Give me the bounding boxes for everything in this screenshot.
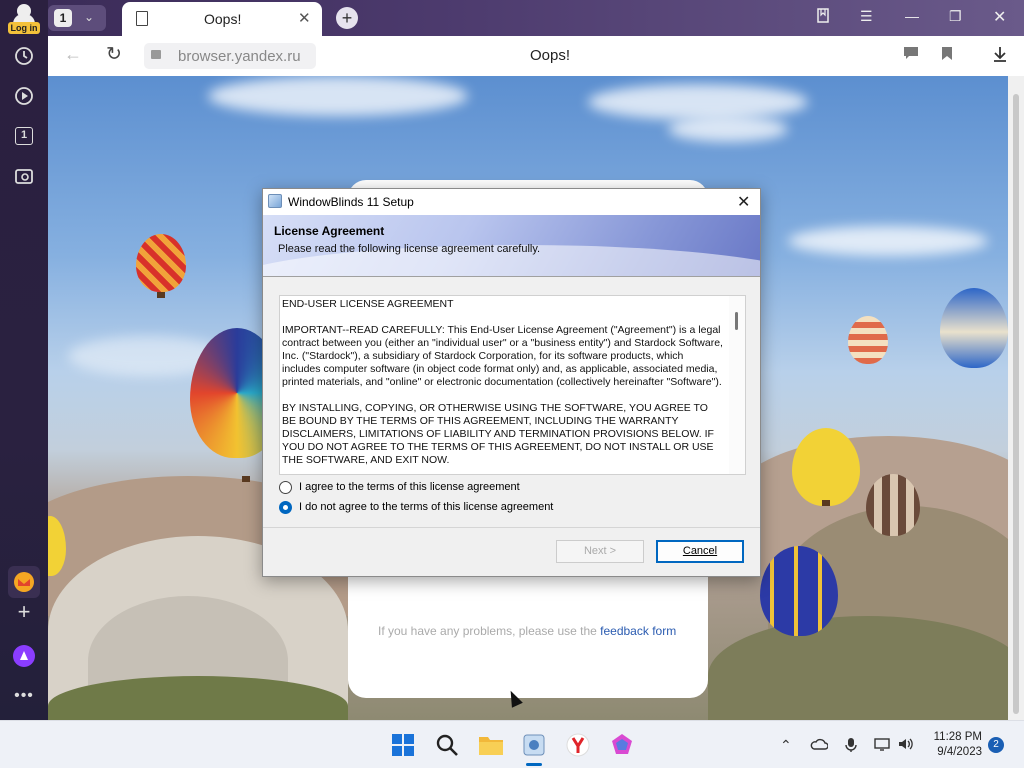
minimize-icon[interactable]: — [905, 8, 919, 24]
login-button[interactable]: Log in [6, 4, 42, 34]
mail-icon[interactable] [8, 566, 40, 598]
login-label: Log in [8, 22, 40, 34]
page-scrollbar[interactable] [1008, 76, 1024, 720]
active-app-indicator [526, 763, 542, 766]
tabs-count: 1 [54, 9, 72, 27]
screenshot-icon[interactable] [12, 164, 36, 188]
agree-label[interactable]: I agree to the terms of this license agr… [299, 481, 520, 493]
file-explorer-icon[interactable] [478, 733, 503, 757]
balloon [848, 316, 888, 364]
lock-icon [151, 50, 161, 59]
add-icon[interactable]: + [12, 599, 36, 624]
next-button[interactable]: Next > [556, 540, 644, 563]
tab-bar: 1 ⌄ Oops! ✕ + ☰ — ❐ ✕ [48, 0, 1024, 36]
dialog-titlebar[interactable]: WindowBlinds 11 Setup ✕ [263, 189, 760, 215]
comment-icon[interactable] [903, 46, 919, 64]
dialog-subheading: Please read the following license agreem… [278, 243, 541, 255]
more-icon[interactable]: ••• [12, 684, 36, 708]
reload-icon[interactable]: ↻ [106, 43, 122, 66]
clock-time: 11:28 PM [933, 731, 982, 743]
microphone-icon[interactable] [845, 737, 857, 756]
setup-dialog: WindowBlinds 11 Setup ✕ License Agreemen… [262, 188, 761, 577]
address-bar: ← ↻ browser.yandex.ru Oops! [48, 36, 1024, 76]
system-clock[interactable]: 11:28 PM 9/4/2023 [930, 730, 982, 760]
start-icon[interactable] [391, 733, 415, 757]
tab-title: Oops! [204, 11, 242, 27]
onedrive-icon[interactable] [810, 737, 829, 754]
balloon [760, 546, 838, 636]
license-scrollbar[interactable] [729, 296, 745, 474]
yandex-browser-icon[interactable] [566, 733, 590, 757]
browser-sidebar: Log in 1 + ••• [0, 0, 48, 720]
document-icon [136, 11, 148, 26]
license-paragraph: END-USER LICENSE AGREEMENT [282, 298, 454, 310]
dialog-title: WindowBlinds 11 Setup [288, 195, 414, 209]
play-icon[interactable] [12, 84, 36, 108]
installer-icon [268, 194, 282, 208]
balloon [940, 288, 1008, 368]
setup-installer-icon[interactable] [522, 733, 546, 757]
tabs-counter-button[interactable]: 1 ⌄ [48, 5, 106, 31]
dialog-heading: License Agreement [274, 224, 385, 238]
chevron-down-icon: ⌄ [84, 10, 95, 24]
network-icon[interactable] [874, 737, 890, 754]
paint-app-icon[interactable] [610, 733, 634, 757]
license-textbox[interactable]: END-USER LICENSE AGREEMENT IMPORTANT--RE… [279, 295, 746, 475]
new-tab-button[interactable]: + [336, 7, 358, 29]
tab-active[interactable]: Oops! ✕ [122, 2, 322, 36]
disagree-label[interactable]: I do not agree to the terms of this lice… [299, 501, 553, 513]
taskbar: ⌃ 11:28 PM 9/4/2023 2 [0, 720, 1024, 768]
bookmarks-panel-icon[interactable] [816, 8, 830, 27]
notification-badge[interactable]: 2 [988, 737, 1004, 753]
chevron-up-icon[interactable]: ⌃ [780, 737, 792, 754]
volume-icon[interactable] [898, 737, 914, 754]
agree-radio[interactable] [279, 481, 292, 494]
cancel-button[interactable]: Cancel [656, 540, 744, 563]
help-text: If you have any problems, please use the… [378, 624, 677, 638]
clock-date: 9/4/2023 [937, 746, 982, 758]
url-field[interactable]: browser.yandex.ru [144, 43, 316, 69]
license-paragraph: IMPORTANT--READ CAREFULLY: This End-User… [282, 324, 723, 388]
feedback-link[interactable]: feedback form [600, 624, 676, 638]
restore-icon[interactable]: ❐ [949, 8, 962, 25]
close-window-icon[interactable]: ✕ [993, 7, 1006, 27]
disagree-radio[interactable] [279, 501, 292, 514]
balloon [866, 474, 920, 536]
dialog-banner: License Agreement Please read the follow… [263, 215, 760, 276]
balloon [136, 234, 186, 292]
license-paragraph: BY INSTALLING, COPYING, OR OTHERWISE USI… [282, 402, 714, 466]
bookmark-icon[interactable] [941, 46, 953, 65]
page-title: Oops! [530, 47, 571, 64]
url-text: browser.yandex.ru [178, 48, 301, 65]
back-icon[interactable]: ← [64, 44, 82, 65]
close-icon[interactable]: ✕ [737, 192, 750, 212]
alice-assistant-icon[interactable] [12, 644, 36, 668]
balloon [792, 428, 860, 506]
history-icon[interactable] [12, 44, 36, 68]
menu-icon[interactable]: ☰ [860, 8, 873, 25]
close-tab-icon[interactable]: ✕ [298, 9, 311, 27]
search-icon[interactable] [435, 733, 459, 757]
tab-counter-icon[interactable]: 1 [12, 124, 36, 148]
download-icon[interactable] [992, 46, 1008, 66]
